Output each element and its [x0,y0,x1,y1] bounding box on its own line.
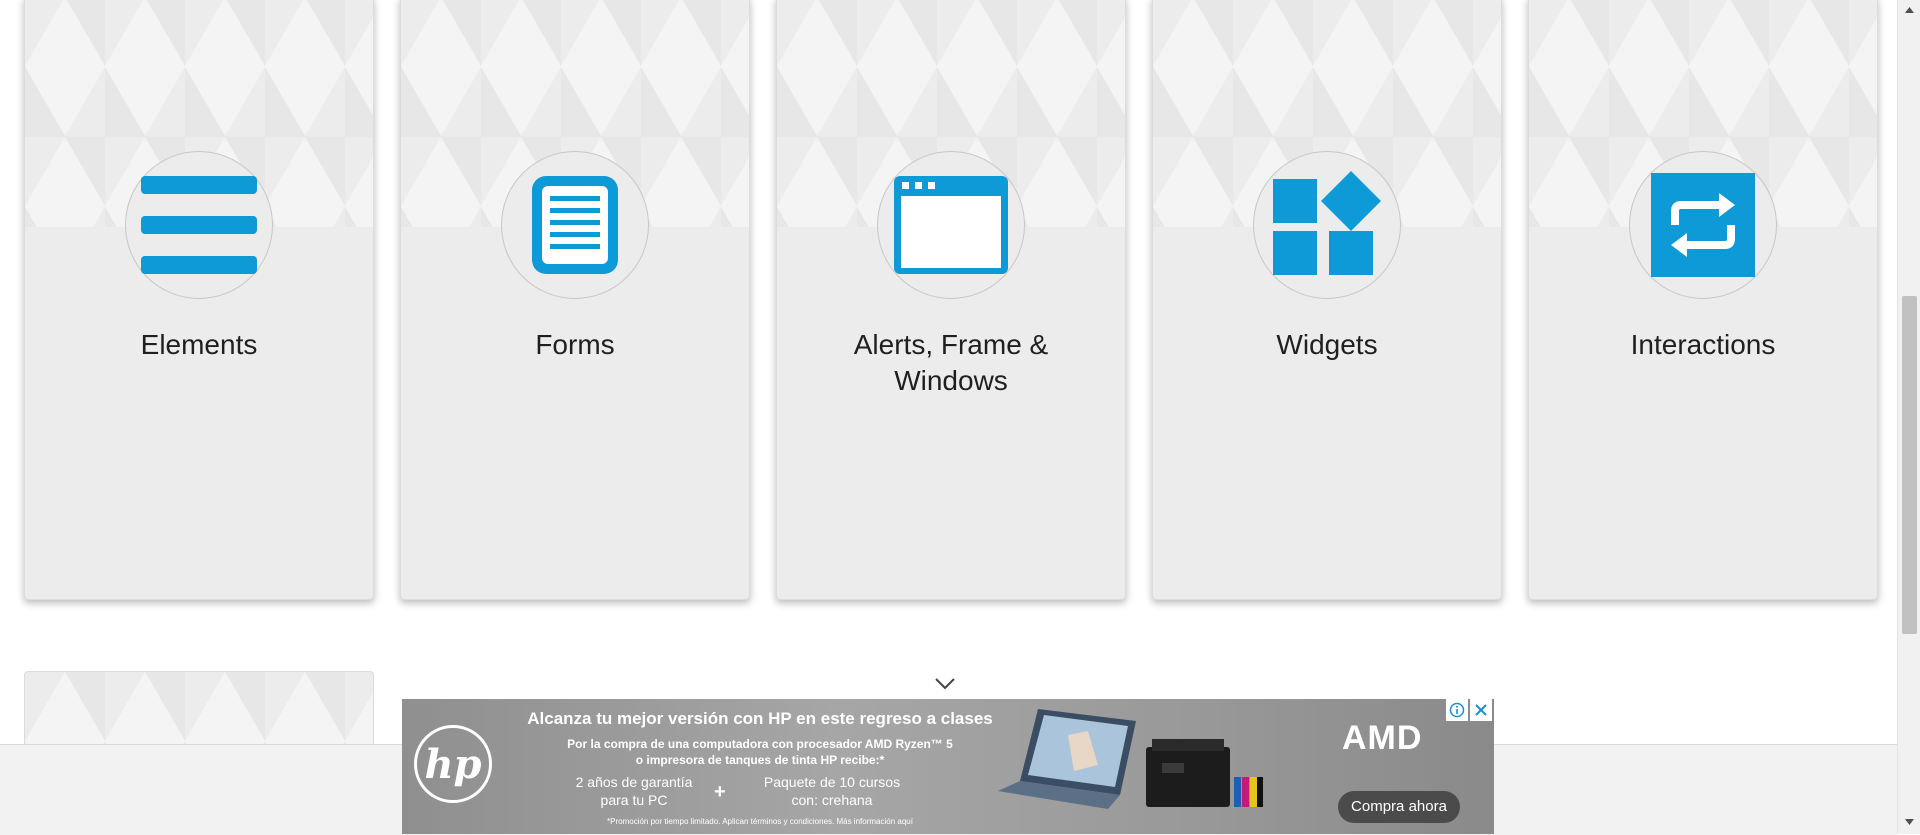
ad-banner[interactable]: hp Alcanza tu mejor versión con HP en es… [402,699,1494,834]
ad-offer-line: 2 años de garantía [575,774,693,790]
widgets-blocks-icon [1273,171,1381,275]
card-icon-circle [501,151,649,299]
card-elements[interactable]: Elements [24,0,374,600]
ad-subtext: Por la compra de una computadora con pro… [500,736,1020,768]
laptop-image [998,709,1136,809]
ad-fine-print: *Promoción por tiempo limitado. Aplican … [607,817,913,826]
printer-image [1146,739,1263,807]
category-cards: Elements Forms Alerts, Frame & Windows W… [24,0,1878,600]
card-icon-circle [877,151,1025,299]
scroll-up-arrow-icon[interactable] [1904,6,1915,14]
card-forms[interactable]: Forms [400,0,750,600]
ad-offer-courses: Paquete de 10 cursos con: crehana [742,773,922,809]
document-list-icon [532,176,618,274]
hamburger-menu-icon [141,176,257,274]
card-widgets[interactable]: Widgets [1152,0,1502,600]
amd-logo: AMD [1342,719,1423,757]
scroll-down-arrow-icon[interactable] [1904,818,1915,826]
card-icon-circle [1253,151,1401,299]
ad-subtext-line: Por la compra de una computadora con pro… [567,737,953,751]
card-icon-circle [1629,151,1777,299]
card-interactions[interactable]: Interactions [1528,0,1878,600]
hp-logo: hp [414,725,492,803]
ad-offer-line: para tu PC [600,792,668,808]
vertical-scrollbar[interactable] [1897,0,1920,834]
page: Elements Forms Alerts, Frame & Windows W… [0,0,1897,835]
ad-plus-sign: + [714,781,726,803]
ad-offer-line: con: crehana [791,792,873,808]
ad-cta-button[interactable]: Compra ahora [1338,791,1460,823]
ad-offer-line: Paquete de 10 cursos [763,774,901,790]
ad-offer-warranty: 2 años de garantía para tu PC [554,773,714,809]
close-icon[interactable] [1470,699,1492,721]
chevron-down-icon[interactable] [934,677,956,691]
ad-info-icon[interactable] [1446,699,1468,721]
ad-subtext-line: o impresora de tanques de tinta HP recib… [635,753,885,767]
scrollbar-thumb[interactable] [1902,296,1917,634]
card-title: Elements [140,329,258,360]
card-title: Widgets [1276,329,1378,360]
card-alerts-frame-windows[interactable]: Alerts, Frame & Windows [776,0,1126,600]
ad-headline: Alcanza tu mejor versión con HP en este … [527,709,993,728]
repeat-arrows-icon [1651,173,1755,277]
card-title: Interactions [1630,329,1776,360]
browser-window-icon [894,176,1008,274]
card-title: Alerts, Frame & Windows [853,329,1049,396]
card-icon-circle [125,151,273,299]
card-title: Forms [535,329,615,360]
